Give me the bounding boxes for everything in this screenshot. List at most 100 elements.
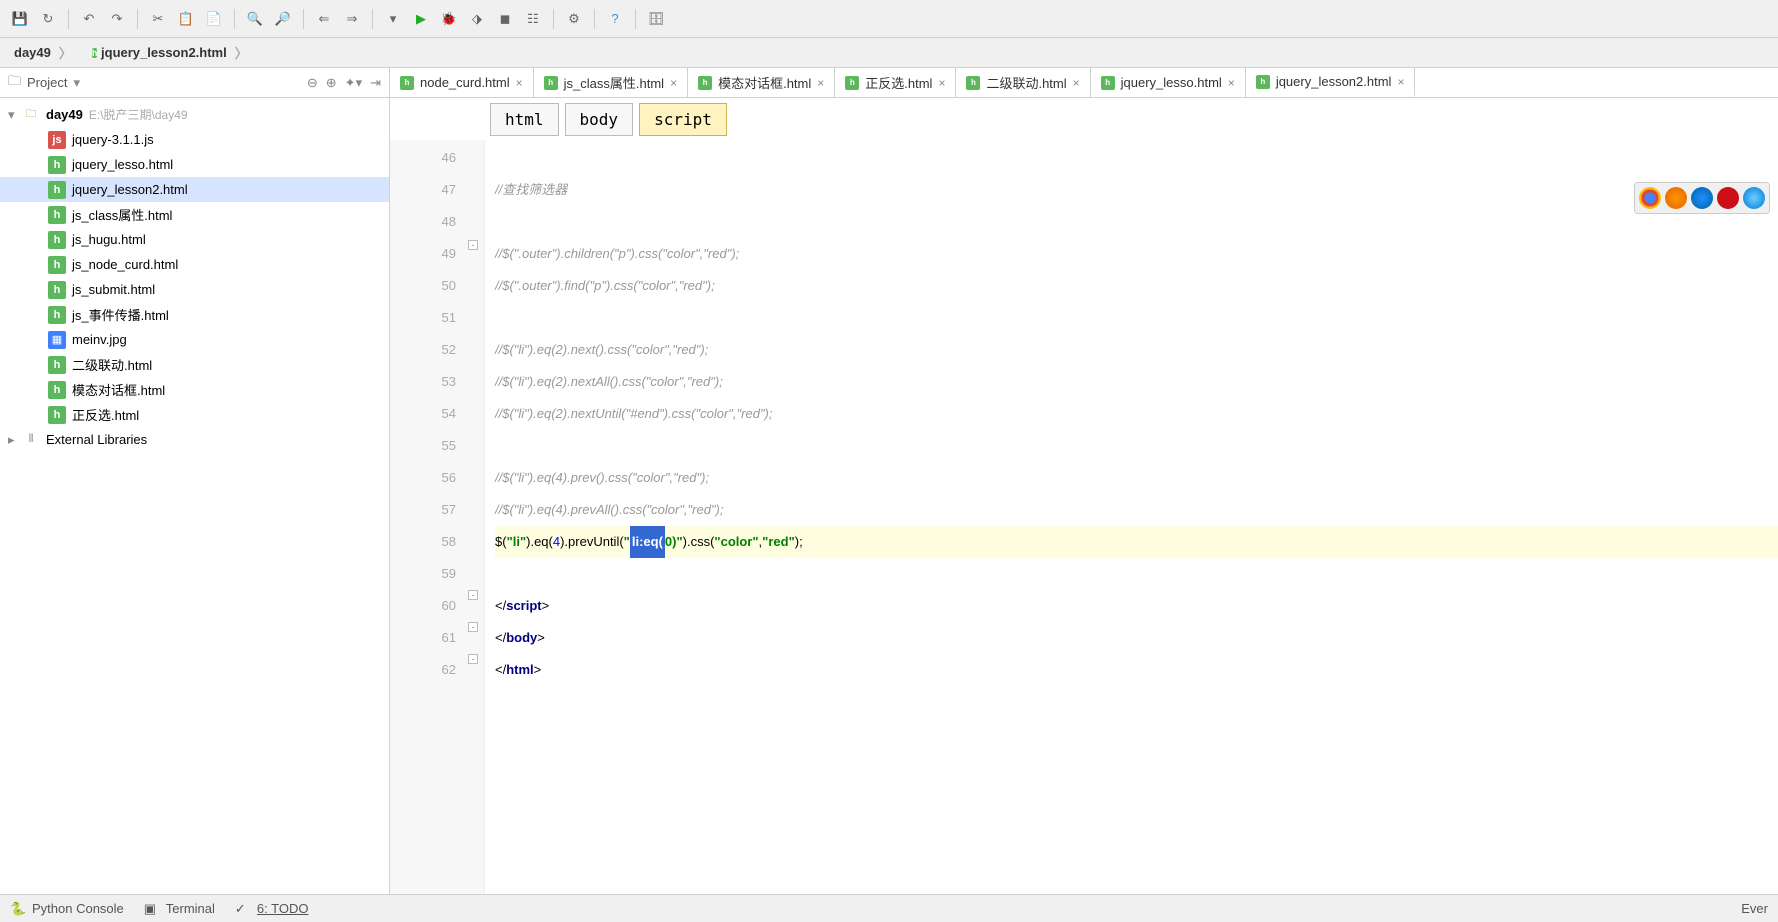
editor-tab[interactable]: hjs_class属性.html×: [534, 68, 688, 97]
file-name: 二级联动.html: [72, 355, 152, 374]
tree-file[interactable]: ▦meinv.jpg: [0, 327, 389, 352]
fold-toggle[interactable]: -: [468, 590, 478, 600]
refresh-icon[interactable]: ↻: [36, 7, 60, 31]
undo-icon[interactable]: ↶: [77, 7, 101, 31]
editor-tab[interactable]: h正反选.html×: [835, 68, 956, 97]
code-content[interactable]: //查找筛选器 //$(".outer").children("p").css(…: [485, 140, 1778, 894]
chevron-down-icon[interactable]: ▾: [73, 75, 80, 91]
close-icon[interactable]: ×: [938, 76, 945, 90]
tree-file[interactable]: hjquery_lesson2.html: [0, 177, 389, 202]
close-icon[interactable]: ×: [817, 76, 824, 90]
code-line[interactable]: //$(".outer").find("p").css("color","red…: [495, 270, 1778, 302]
firefox-icon[interactable]: [1665, 187, 1687, 209]
code-line[interactable]: //$("li").eq(2).next().css("color","red"…: [495, 334, 1778, 366]
code-line[interactable]: </html>: [495, 654, 1778, 686]
python-console-button[interactable]: 🐍 Python Console: [10, 901, 124, 917]
code-line[interactable]: [495, 558, 1778, 590]
todo-button[interactable]: ✓ 6: TODO: [235, 901, 309, 917]
code-line[interactable]: [495, 142, 1778, 174]
code-line[interactable]: //查找筛选器: [495, 174, 1778, 206]
code-line[interactable]: //$("li").eq(2).nextAll().css("color","r…: [495, 366, 1778, 398]
code-line[interactable]: </script>: [495, 590, 1778, 622]
db-icon[interactable]: 🗄: [644, 7, 668, 31]
code-line[interactable]: //$("li").eq(4).prev().css("color","red"…: [495, 462, 1778, 494]
close-icon[interactable]: ×: [1397, 75, 1404, 89]
fold-toggle[interactable]: -: [468, 240, 478, 250]
html-file-icon: h: [400, 76, 414, 90]
code-line[interactable]: [495, 430, 1778, 462]
nav-back-icon[interactable]: ⇐: [312, 7, 336, 31]
structure-crumb[interactable]: body: [565, 103, 634, 136]
tree-file[interactable]: h正反选.html: [0, 402, 389, 427]
run-config-dropdown[interactable]: ▾: [381, 7, 405, 31]
cut-icon[interactable]: ✂: [146, 7, 170, 31]
redo-icon[interactable]: ↷: [105, 7, 129, 31]
tree-root[interactable]: ▾ 🗀 day49 E:\脱产三期\day49: [0, 102, 389, 127]
code-line[interactable]: [495, 206, 1778, 238]
close-icon[interactable]: ×: [1073, 76, 1080, 90]
code-line[interactable]: //$(".outer").children("p").css("color",…: [495, 238, 1778, 270]
chrome-icon[interactable]: [1639, 187, 1661, 209]
fold-toggle[interactable]: -: [468, 622, 478, 632]
expand-arrow-icon[interactable]: ▸: [8, 432, 22, 448]
breadcrumb-item[interactable]: day49: [4, 39, 82, 66]
code-line[interactable]: //$("li").eq(2).nextUntil("#end").css("c…: [495, 398, 1778, 430]
settings-icon[interactable]: ⚙: [562, 7, 586, 31]
editor-tab[interactable]: h模态对话框.html×: [688, 68, 835, 97]
tree-file[interactable]: hjs_hugu.html: [0, 227, 389, 252]
tree-file[interactable]: hjs_事件传播.html: [0, 302, 389, 327]
paste-icon[interactable]: 📄: [202, 7, 226, 31]
stop-icon[interactable]: ◼: [493, 7, 517, 31]
hide-icon[interactable]: ⇥: [370, 75, 381, 91]
ie-icon[interactable]: [1743, 187, 1765, 209]
tree-file[interactable]: hjs_submit.html: [0, 277, 389, 302]
locate-icon[interactable]: ⊕: [326, 75, 337, 91]
help-icon[interactable]: ?: [603, 7, 627, 31]
tree-file[interactable]: hjs_class属性.html: [0, 202, 389, 227]
coverage-icon[interactable]: ⬗: [465, 7, 489, 31]
opera-icon[interactable]: [1717, 187, 1739, 209]
sidebar-title[interactable]: 🗀 Project ▾: [8, 72, 80, 94]
event-log-button[interactable]: Ever: [1741, 901, 1768, 916]
editor-tab[interactable]: hjquery_lesso.html×: [1091, 68, 1246, 97]
line-number: 51: [390, 302, 456, 334]
tree-external[interactable]: ▸ ⫴ External Libraries: [0, 427, 389, 452]
fold-toggle[interactable]: -: [468, 654, 478, 664]
tree-file[interactable]: jsjquery-3.1.1.js: [0, 127, 389, 152]
editor-tab[interactable]: hnode_curd.html×: [390, 68, 534, 97]
debug-icon[interactable]: 🐞: [437, 7, 461, 31]
safari-icon[interactable]: [1691, 187, 1713, 209]
file-type-icon: h: [48, 381, 66, 399]
code-line[interactable]: $("li").eq(4).prevUntil("li:eq(0)").css(…: [495, 526, 1778, 558]
html-file-icon: h: [698, 76, 712, 90]
copy-icon[interactable]: 📋: [174, 7, 198, 31]
breadcrumb-item[interactable]: h jquery_lesson2.html: [82, 39, 258, 66]
find-icon[interactable]: 🔍: [243, 7, 267, 31]
external-label: External Libraries: [46, 432, 147, 447]
tab-label: jquery_lesson2.html: [1276, 74, 1392, 89]
code-line[interactable]: //$("li").eq(4).prevAll().css("color","r…: [495, 494, 1778, 526]
find-usages-icon[interactable]: 🔎: [271, 7, 295, 31]
run-icon[interactable]: ▶: [409, 7, 433, 31]
layout-icon[interactable]: ☷: [521, 7, 545, 31]
structure-crumb[interactable]: html: [490, 103, 559, 136]
tree-file[interactable]: hjs_node_curd.html: [0, 252, 389, 277]
code-line[interactable]: [495, 302, 1778, 334]
gear-icon[interactable]: ✦▾: [345, 75, 362, 91]
editor-tab[interactable]: h二级联动.html×: [956, 68, 1090, 97]
nav-forward-icon[interactable]: ⇒: [340, 7, 364, 31]
structure-crumb[interactable]: script: [639, 103, 727, 136]
close-icon[interactable]: ×: [1228, 76, 1235, 90]
terminal-button[interactable]: ▣ Terminal: [144, 901, 215, 917]
code-line[interactable]: </body>: [495, 622, 1778, 654]
close-icon[interactable]: ×: [516, 76, 523, 90]
expand-arrow-icon[interactable]: ▾: [8, 107, 22, 123]
tree-file[interactable]: h模态对话框.html: [0, 377, 389, 402]
collapse-icon[interactable]: ⊖: [307, 75, 318, 91]
close-icon[interactable]: ×: [670, 76, 677, 90]
save-icon[interactable]: 💾: [8, 7, 32, 31]
editor-tab[interactable]: hjquery_lesson2.html×: [1246, 68, 1416, 98]
tree-file[interactable]: h二级联动.html: [0, 352, 389, 377]
tree-file[interactable]: hjquery_lesso.html: [0, 152, 389, 177]
code-editor[interactable]: - - - - 46474849505152535455565758596061…: [390, 140, 1778, 894]
